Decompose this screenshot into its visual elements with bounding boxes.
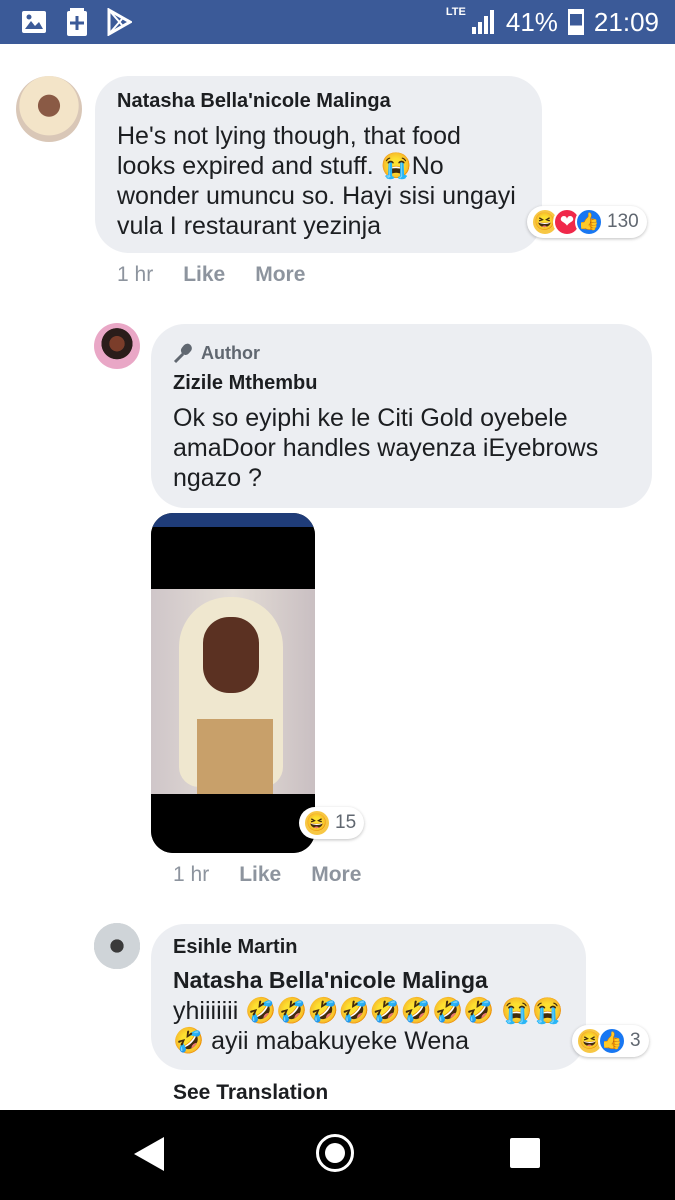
haha-reaction-icon: 😆 [303,809,331,837]
reaction-count: 15 [335,812,357,833]
more-button[interactable]: More [255,263,305,287]
comment-author[interactable]: Esihle Martin [173,936,564,959]
more-button[interactable]: More [311,863,361,887]
reaction-count: 3 [630,1030,641,1051]
avatar[interactable] [94,323,140,369]
reaction-summary[interactable]: 😆 👍 3 [572,1025,649,1057]
status-bar-system: LTE 41% 21:09 [440,0,659,44]
network-type: LTE [445,6,466,18]
battery-icon [567,9,584,35]
plus-icon [67,8,87,36]
signal-icon [471,10,494,34]
photo [151,589,315,794]
see-translation-link[interactable]: See Translation [173,1081,328,1105]
reaction-summary[interactable]: 😆 15 [299,807,365,839]
play-store-icon [107,8,132,36]
comment-text: Ok so eyiphi ke le Citi Gold oyebele ama… [173,404,599,492]
author-badge: Author [173,342,630,364]
reaction-count: 130 [607,211,639,232]
like-button[interactable]: Like [183,263,225,287]
comment-author[interactable]: Zizile Mthembu [173,372,630,395]
author-badge-label: Author [201,342,260,363]
avatar[interactable] [16,76,82,142]
like-reaction-icon: 👍 [598,1027,626,1055]
comment-author[interactable]: Natasha Bella'nicole Malinga [117,90,520,113]
comment-text: He's not lying though, that food looks e… [117,122,516,240]
status-bar-notifications [20,8,132,36]
reaction-summary[interactable]: 😆 ❤ 👍 130 [527,206,647,238]
comment-image[interactable] [151,513,315,853]
status-bar: LTE 41% 21:09 [0,0,675,44]
comment-bubble: Esihle Martin Natasha Bella'nicole Malin… [151,924,586,1070]
like-button[interactable]: Like [239,863,281,887]
comment-time[interactable]: 1 hr [117,263,153,287]
home-icon[interactable] [316,1134,354,1172]
microphone-icon [173,343,192,364]
mentioned-user[interactable]: Natasha Bella'nicole Malinga [173,967,564,994]
comment-actions: 1 hr Like More [173,863,361,887]
comment-actions: 1 hr Like More [117,263,305,287]
like-reaction-icon: 👍 [575,208,603,236]
navigation-bar [0,1110,675,1200]
back-icon[interactable] [134,1137,164,1171]
image-status-bar [151,513,315,527]
recent-apps-icon[interactable] [510,1138,540,1168]
avatar[interactable] [94,923,140,969]
comment-time[interactable]: 1 hr [173,863,209,887]
battery-percent: 41% [505,6,558,37]
comment-bubble: Natasha Bella'nicole Malinga He's not ly… [95,76,542,253]
gallery-icon [22,11,46,33]
comment-bubble: Author Zizile Mthembu Ok so eyiphi ke le… [151,324,652,508]
comment-text: yhiiiiiii 🤣🤣🤣🤣🤣🤣🤣🤣 😭😭🤣 ayii mabakuyeke W… [173,997,564,1055]
clock: 21:09 [593,6,659,37]
